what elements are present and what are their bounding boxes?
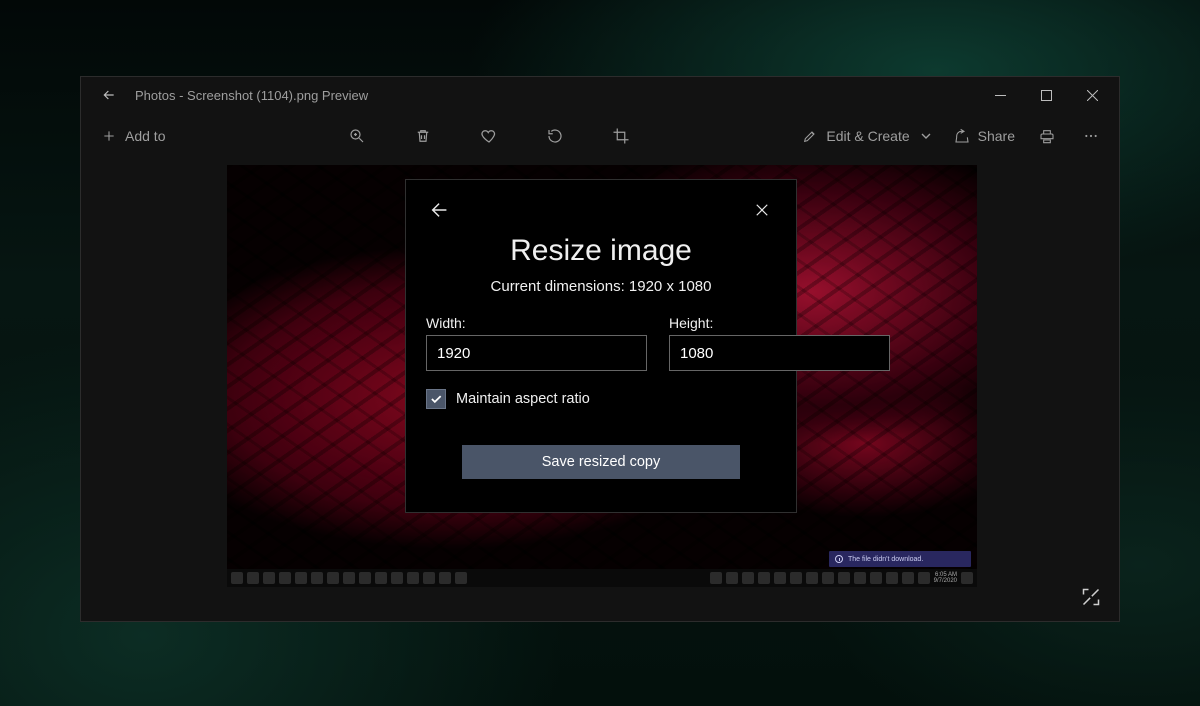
- desktop-wallpaper: Photos - Screenshot (1104).png Preview A…: [0, 0, 1200, 706]
- crop-button[interactable]: [602, 117, 640, 155]
- share-button[interactable]: Share: [954, 128, 1015, 144]
- width-label: Width:: [426, 315, 647, 331]
- preview-area: The file didn't download. 6:05 AM 9/7/20…: [81, 159, 1119, 621]
- crop-icon: [612, 127, 630, 145]
- favorite-button[interactable]: [470, 117, 508, 155]
- share-icon: [954, 128, 970, 144]
- zoom-button[interactable]: [338, 117, 376, 155]
- dialog-title: Resize image: [426, 234, 776, 268]
- zoom-icon: [348, 127, 366, 145]
- width-input[interactable]: [426, 335, 647, 371]
- resize-dialog: Resize image Current dimensions: 1920 x …: [405, 179, 797, 513]
- more-icon: [1083, 128, 1099, 144]
- window-title: Photos - Screenshot (1104).png Preview: [135, 88, 368, 103]
- minimize-button[interactable]: [977, 77, 1023, 113]
- inner-screenshot-taskbar: 6:05 AM 9/7/2020: [227, 569, 977, 587]
- more-button[interactable]: [1079, 128, 1103, 144]
- rotate-icon: [546, 127, 564, 145]
- plus-icon: [101, 128, 117, 144]
- download-failed-notification[interactable]: The file didn't download.: [829, 551, 971, 567]
- edit-label: Edit & Create: [826, 128, 909, 144]
- arrow-left-icon: [429, 199, 451, 221]
- titlebar: Photos - Screenshot (1104).png Preview: [81, 77, 1119, 113]
- maximize-icon: [1041, 90, 1052, 101]
- close-icon: [1087, 90, 1098, 101]
- fullscreen-icon: [1081, 587, 1101, 607]
- height-label: Height:: [669, 315, 890, 331]
- aspect-ratio-label: Maintain aspect ratio: [456, 391, 590, 407]
- height-input[interactable]: [669, 335, 890, 371]
- print-button[interactable]: [1035, 128, 1059, 144]
- chevron-down-icon: [918, 128, 934, 144]
- add-to-button[interactable]: Add to: [91, 122, 175, 150]
- minimize-icon: [995, 90, 1006, 101]
- notification-text: The file didn't download.: [848, 556, 923, 563]
- arrow-left-icon: [101, 87, 117, 103]
- fullscreen-button[interactable]: [1077, 583, 1105, 611]
- save-resized-copy-button[interactable]: Save resized copy: [462, 445, 740, 479]
- edit-create-button[interactable]: Edit & Create: [802, 128, 933, 144]
- aspect-ratio-checkbox[interactable]: [426, 389, 446, 409]
- trash-icon: [414, 127, 432, 145]
- inner-clock: 6:05 AM 9/7/2020: [934, 572, 957, 584]
- rotate-button[interactable]: [536, 117, 574, 155]
- info-icon: [835, 555, 843, 563]
- close-icon: [753, 201, 771, 219]
- toolbar: Add to: [81, 113, 1119, 159]
- photos-app-window: Photos - Screenshot (1104).png Preview A…: [80, 76, 1120, 622]
- dialog-close-button[interactable]: [748, 196, 776, 224]
- share-label: Share: [978, 128, 1015, 144]
- dialog-back-button[interactable]: [426, 196, 454, 224]
- back-button[interactable]: [95, 81, 123, 109]
- close-button[interactable]: [1069, 77, 1115, 113]
- addto-label: Add to: [125, 128, 165, 144]
- checkmark-icon: [429, 392, 443, 406]
- heart-icon: [480, 127, 498, 145]
- edit-icon: [802, 128, 818, 144]
- print-icon: [1039, 128, 1055, 144]
- maximize-button[interactable]: [1023, 77, 1069, 113]
- current-dimensions-label: Current dimensions: 1920 x 1080: [426, 278, 776, 295]
- delete-button[interactable]: [404, 117, 442, 155]
